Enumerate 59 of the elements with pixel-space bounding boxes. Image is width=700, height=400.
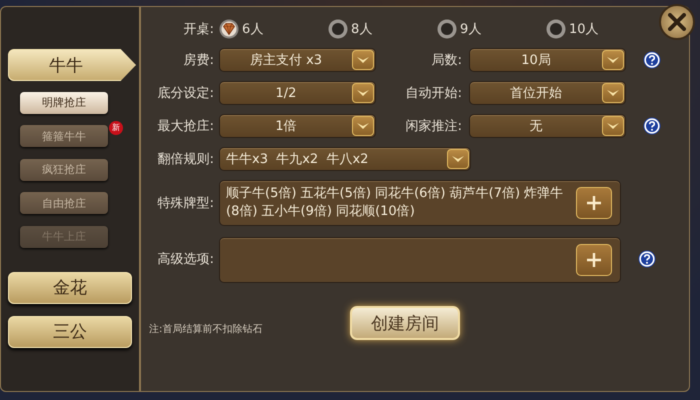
chevron-down-icon [606, 56, 620, 64]
dropdown[interactable]: 房主支付 x3 [219, 48, 376, 72]
radio-option[interactable]: 6人 [219, 19, 328, 39]
dropdown-arrow-button[interactable] [602, 116, 624, 136]
field-label: 闲家推注: [404, 118, 463, 135]
radio-option[interactable]: 8人 [328, 19, 437, 39]
dropdown[interactable]: 首位开始 [469, 81, 626, 105]
dropdown-arrow-button[interactable] [602, 50, 624, 70]
dropdown[interactable]: 1倍 [219, 114, 376, 138]
mode-button[interactable]: 自由抢庄 [20, 192, 108, 214]
chevron-down-icon [356, 56, 370, 64]
add-button[interactable] [576, 187, 612, 219]
dropdown-value: 1/2 [274, 86, 298, 100]
dropdown-arrow-button[interactable] [352, 116, 374, 136]
field-label: 底分设定: [156, 85, 215, 102]
mode-button[interactable]: 箍箍牛牛 [20, 125, 108, 147]
field-label: 翻倍规则: [156, 151, 215, 168]
dropdown-value: 无 [528, 118, 544, 135]
chevron-down-icon [451, 155, 465, 163]
note-text: 注:首局结算前不扣除钻石 [149, 322, 262, 336]
chevron-down-icon [606, 89, 620, 97]
chevron-down-icon [356, 122, 370, 130]
game-tab[interactable]: 牛牛 [8, 49, 136, 81]
field-label: 房费: [182, 52, 215, 69]
field-label: 自动开始: [404, 85, 463, 102]
add-button[interactable] [576, 244, 612, 276]
dropdown-value: 1倍 [274, 118, 298, 135]
dropdown-value: 房主支付 x3 [248, 52, 324, 69]
chevron-down-icon [356, 89, 370, 97]
dropdown-value: 10局 [520, 52, 552, 69]
dropdown-arrow-button[interactable] [352, 50, 374, 70]
dropdown-value: 牛牛x3 牛九x2 牛八x2 [225, 151, 370, 168]
game-tab[interactable]: 金花 [8, 272, 132, 304]
dropdown[interactable]: 无 [469, 114, 626, 138]
dropdown-arrow-button[interactable] [352, 83, 374, 103]
field-label: 高级选项: [156, 251, 215, 268]
close-button[interactable] [659, 4, 695, 40]
mode-button[interactable]: 疯狂抢庄 [20, 158, 108, 180]
mode-button[interactable]: 明牌抢庄 [20, 92, 108, 114]
create-room-button[interactable]: 创建房间 [350, 306, 460, 340]
plus-icon [586, 252, 602, 268]
dropdown[interactable]: 牛牛x3 牛九x2 牛八x2 [219, 147, 471, 171]
field-label: 最大抢庄: [156, 118, 215, 135]
chevron-down-icon [606, 122, 620, 130]
dropdown-arrow-button[interactable] [447, 149, 469, 169]
field-label: 特殊牌型: [156, 195, 215, 212]
dropdown-arrow-button[interactable] [602, 83, 624, 103]
radio-option[interactable]: 9人 [437, 19, 546, 39]
radio-option[interactable]: 10人 [546, 19, 655, 39]
close-icon [668, 13, 686, 31]
special-hands-text: 顺子牛(5倍) 五花牛(5倍) 同花牛(6倍) 葫芦牛(7倍) 炸弹牛(8倍) 五小牛(9倍) 同花顺(10倍) [226, 185, 564, 221]
field-label: 局数: [430, 52, 463, 69]
dropdown-value: 首位开始 [509, 85, 563, 102]
dropdown[interactable]: 1/2 [219, 81, 376, 105]
game-tab[interactable]: 三公 [8, 316, 132, 348]
new-badge: 新 [109, 120, 123, 134]
dropdown[interactable]: 10局 [469, 48, 626, 72]
field-label: 开桌: [182, 21, 215, 38]
plus-icon [586, 195, 602, 211]
